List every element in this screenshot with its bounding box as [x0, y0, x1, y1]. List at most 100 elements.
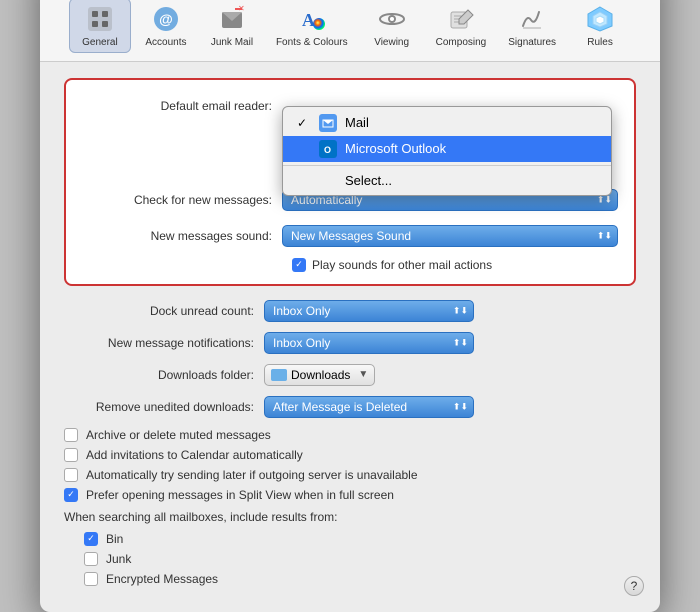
select-label: Select...	[345, 173, 392, 188]
toolbar-fonts-colours[interactable]: A Fonts & Colours	[267, 0, 357, 53]
encrypted-label: Encrypted Messages	[106, 572, 218, 586]
remove-unedited-row: Remove unedited downloads: After Message…	[64, 396, 636, 418]
new-msg-sound-value: New Messages Sound	[291, 229, 411, 243]
dock-unread-arrow: ⬆⬇	[453, 305, 468, 316]
remove-unedited-value: After Message is Deleted	[273, 400, 407, 414]
archive-delete-checkbox[interactable]	[64, 428, 78, 442]
toolbar-accounts[interactable]: @ Accounts	[135, 0, 197, 53]
add-invitations-row: Add invitations to Calendar automaticall…	[64, 448, 636, 462]
toolbar-viewing[interactable]: Viewing	[361, 0, 423, 53]
prefer-split-label: Prefer opening messages in Split View wh…	[86, 488, 394, 502]
check-new-arrow: ⬆⬇	[597, 194, 612, 205]
new-msg-sound-label: New messages sound:	[82, 229, 282, 243]
composing-icon	[445, 3, 477, 35]
new-msg-sound-row: New messages sound: New Messages Sound ⬆…	[82, 222, 618, 250]
email-reader-popup: ✓ Mail	[282, 106, 612, 196]
mail-app-icon	[319, 114, 337, 132]
toolbar: General @ Accounts ✕ Junk Mail	[40, 0, 660, 62]
svg-text:✕: ✕	[238, 4, 245, 13]
bin-checkbox[interactable]: ✓	[84, 532, 98, 546]
dock-unread-row: Dock unread count: Inbox Only ⬆⬇	[64, 300, 636, 322]
add-invitations-label: Add invitations to Calendar automaticall…	[86, 448, 303, 462]
remove-arrow: ⬆⬇	[453, 401, 468, 412]
archive-delete-label: Archive or delete muted messages	[86, 428, 271, 442]
dock-unread-dropdown[interactable]: Inbox Only ⬆⬇	[264, 300, 474, 322]
downloads-folder-button[interactable]: Downloads ▼	[264, 364, 375, 386]
signatures-icon	[516, 3, 548, 35]
junk-checkbox[interactable]	[84, 552, 98, 566]
popup-item-mail[interactable]: ✓ Mail	[283, 110, 611, 136]
popup-item-outlook[interactable]: O Microsoft Outlook	[283, 136, 611, 162]
check-new-label: Check for new messages:	[82, 193, 282, 207]
rules-icon	[584, 3, 616, 35]
junk-row: Junk	[84, 552, 636, 566]
highlighted-section: Default email reader: ✓	[64, 78, 636, 286]
play-sounds-checkbox[interactable]: ✓	[292, 258, 306, 272]
notif-arrow: ⬆⬇	[453, 337, 468, 348]
search-section: When searching all mailboxes, include re…	[64, 510, 636, 586]
encrypted-checkbox[interactable]	[84, 572, 98, 586]
archive-delete-row: Archive or delete muted messages	[64, 428, 636, 442]
toolbar-composing[interactable]: Composing	[427, 0, 496, 53]
downloads-folder-label: Downloads folder:	[64, 368, 264, 382]
accounts-label: Accounts	[145, 37, 186, 48]
composing-label: Composing	[436, 37, 487, 48]
new-msg-sound-dropdown[interactable]: New Messages Sound ⬆⬇	[282, 225, 618, 247]
general-label: General	[82, 37, 118, 48]
signatures-label: Signatures	[508, 37, 556, 48]
toolbar-general[interactable]: General	[69, 0, 131, 53]
auto-try-row: Automatically try sending later if outgo…	[64, 468, 636, 482]
play-sounds-row: ✓ Play sounds for other mail actions	[82, 258, 618, 272]
auto-try-checkbox[interactable]	[64, 468, 78, 482]
svg-text:O: O	[324, 145, 331, 155]
toolbar-signatures[interactable]: Signatures	[499, 0, 565, 53]
remove-unedited-label: Remove unedited downloads:	[64, 400, 264, 414]
add-invitations-checkbox[interactable]	[64, 448, 78, 462]
toolbar-rules[interactable]: Rules	[569, 0, 631, 53]
fonts-colours-label: Fonts & Colours	[276, 37, 348, 48]
sound-arrow: ⬆⬇	[597, 230, 612, 241]
bin-label: Bin	[106, 532, 123, 546]
new-msg-notif-value: Inbox Only	[273, 336, 330, 350]
general-icon	[84, 3, 116, 35]
new-msg-notif-dropdown[interactable]: Inbox Only ⬆⬇	[264, 332, 474, 354]
bin-row: ✓ Bin	[84, 532, 636, 546]
svg-text:A: A	[302, 10, 315, 30]
popup-item-select[interactable]: Select...	[283, 169, 611, 192]
downloads-arrow: ▼	[358, 369, 368, 380]
prefer-split-checkbox[interactable]: ✓	[64, 488, 78, 502]
folder-icon	[271, 369, 287, 381]
rules-label: Rules	[587, 37, 613, 48]
remove-unedited-dropdown[interactable]: After Message is Deleted ⬆⬇	[264, 396, 474, 418]
junk-mail-icon: ✕	[216, 3, 248, 35]
mail-label: Mail	[345, 115, 369, 130]
auto-try-label: Automatically try sending later if outgo…	[86, 468, 418, 482]
fonts-icon: A	[296, 3, 328, 35]
play-sounds-label: Play sounds for other mail actions	[312, 258, 492, 272]
outlook-app-icon: O	[319, 140, 337, 158]
help-button[interactable]: ?	[624, 576, 644, 596]
svg-text:@: @	[159, 11, 173, 27]
accounts-icon: @	[150, 3, 182, 35]
checkboxes-section: Archive or delete muted messages Add inv…	[64, 428, 636, 502]
junk-label: Junk	[106, 552, 131, 566]
new-msg-notif-row: New message notifications: Inbox Only ⬆⬇	[64, 332, 636, 354]
mail-checkmark: ✓	[297, 116, 311, 130]
default-email-row: Default email reader: ✓	[82, 92, 618, 120]
encrypted-row: Encrypted Messages	[84, 572, 636, 586]
search-section-title: When searching all mailboxes, include re…	[64, 510, 636, 524]
downloads-folder-row: Downloads folder: Downloads ▼	[64, 364, 636, 386]
new-msg-sound-control: New Messages Sound ⬆⬇	[282, 225, 618, 247]
dock-unread-label: Dock unread count:	[64, 304, 264, 318]
search-checkboxes: ✓ Bin Junk Encrypted Messages	[64, 532, 636, 586]
outlook-label: Microsoft Outlook	[345, 141, 446, 156]
new-msg-notif-label: New message notifications:	[64, 336, 264, 350]
content-area: Default email reader: ✓	[40, 62, 660, 612]
popup-separator	[283, 165, 611, 166]
toolbar-junk-mail[interactable]: ✕ Junk Mail	[201, 0, 263, 53]
viewing-label: Viewing	[374, 37, 409, 48]
prefer-split-row: ✓ Prefer opening messages in Split View …	[64, 488, 636, 502]
junk-mail-label: Junk Mail	[211, 37, 253, 48]
preferences-window: General General @	[40, 0, 660, 612]
viewing-icon	[376, 3, 408, 35]
